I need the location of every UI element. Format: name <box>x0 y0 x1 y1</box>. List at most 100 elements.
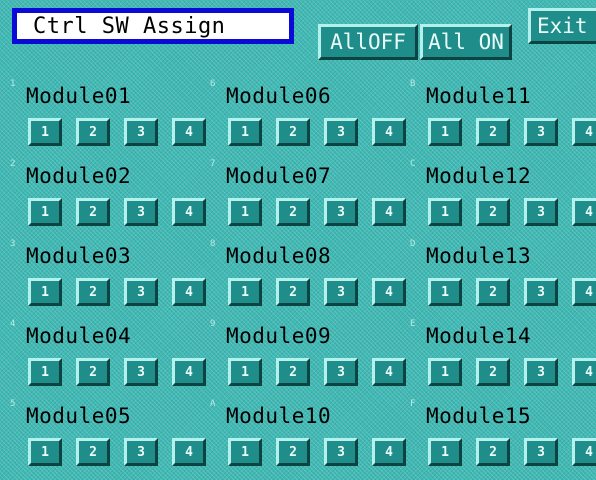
switch-4-button[interactable]: 4 <box>572 358 596 386</box>
switch-row: 1234 <box>228 278 406 306</box>
switch-1-button[interactable]: 1 <box>428 118 462 146</box>
module-4: 4 Module04 1 2 3 4 <box>0 319 206 400</box>
switch-3-button[interactable]: 3 <box>124 198 158 226</box>
switch-1-button[interactable]: 1 <box>228 438 262 466</box>
switch-2-button[interactable]: 2 <box>476 438 510 466</box>
all-on-button[interactable]: All ON <box>420 24 512 60</box>
module-index: 4 <box>10 319 16 329</box>
switch-3-button[interactable]: 3 <box>324 278 358 306</box>
switch-2-button[interactable]: 2 <box>276 118 310 146</box>
switch-1-button[interactable]: 1 <box>228 118 262 146</box>
module-label: Module03 <box>26 244 132 268</box>
switch-row: 1234 <box>228 438 406 466</box>
module-label: Module01 <box>26 84 132 108</box>
switch-1-button[interactable]: 1 <box>28 198 62 226</box>
module-label: Module07 <box>226 164 332 188</box>
switch-row: 1234 <box>428 278 596 306</box>
module-index: E <box>410 319 416 329</box>
module-8: 8 Module08 1 2 3 4 <box>200 239 406 320</box>
module-label: Module14 <box>426 324 532 348</box>
switch-3-button[interactable]: 3 <box>124 118 158 146</box>
switch-4-button[interactable]: 4 <box>572 198 596 226</box>
switch-2-button[interactable]: 2 <box>276 358 310 386</box>
switch-2-button[interactable]: 2 <box>76 438 110 466</box>
module-label: Module09 <box>226 324 332 348</box>
switch-1-button[interactable]: 1 <box>428 198 462 226</box>
switch-1-button[interactable]: 1 <box>228 198 262 226</box>
module-9: 9 Module09 1 2 3 4 <box>200 320 406 400</box>
module-11: B Module11 1 2 3 4 <box>400 80 596 160</box>
switch-2-button[interactable]: 2 <box>476 358 510 386</box>
switch-1-button[interactable]: 1 <box>28 358 62 386</box>
module-index: 8 <box>210 239 216 249</box>
switch-1-button[interactable]: 1 <box>228 278 262 306</box>
switch-row: 1234 <box>28 438 206 466</box>
switch-3-button[interactable]: 3 <box>324 358 358 386</box>
module-label: Module12 <box>426 164 532 188</box>
switch-1-button[interactable]: 1 <box>28 438 62 466</box>
switch-3-button[interactable]: 3 <box>124 278 158 306</box>
module-index: 1 <box>10 79 16 89</box>
module-2: 2 Module02 1 2 3 4 <box>0 159 206 240</box>
switch-2-button[interactable]: 2 <box>76 278 110 306</box>
module-10: A Module10 1 2 3 4 <box>200 400 406 480</box>
switch-2-button[interactable]: 2 <box>276 198 310 226</box>
switch-4-button[interactable]: 4 <box>572 278 596 306</box>
switch-row: 1234 <box>28 278 206 306</box>
module-15: F Module15 1 2 3 4 <box>400 400 596 480</box>
switch-3-button[interactable]: 3 <box>324 198 358 226</box>
screen-title: Ctrl SW Assign <box>12 8 294 44</box>
switch-2-button[interactable]: 2 <box>76 118 110 146</box>
module-label: Module15 <box>426 404 532 428</box>
switch-row: 1234 <box>228 118 406 146</box>
module-index: B <box>410 79 416 89</box>
switch-1-button[interactable]: 1 <box>428 438 462 466</box>
switch-1-button[interactable]: 1 <box>28 118 62 146</box>
switch-1-button[interactable]: 1 <box>228 358 262 386</box>
switch-2-button[interactable]: 2 <box>276 438 310 466</box>
module-index: 2 <box>10 159 16 169</box>
module-index: 3 <box>10 239 16 249</box>
module-label: Module05 <box>26 404 132 428</box>
module-grid: 1 Module01 1 2 3 4 2 Module02 1 2 3 4 3 Module03 1 2 3 4 4… <box>0 79 596 466</box>
switch-3-button[interactable]: 3 <box>124 438 158 466</box>
module-13: D Module13 1 2 3 4 <box>400 240 596 320</box>
module-label: Module02 <box>26 164 132 188</box>
module-6: 6 Module06 1 2 3 4 <box>200 79 406 160</box>
switch-2-button[interactable]: 2 <box>76 198 110 226</box>
switch-3-button[interactable]: 3 <box>324 118 358 146</box>
switch-3-button[interactable]: 3 <box>524 198 558 226</box>
switch-row: 1234 <box>428 358 596 386</box>
module-index: 6 <box>210 79 216 89</box>
switch-2-button[interactable]: 2 <box>476 278 510 306</box>
switch-row: 1234 <box>28 118 206 146</box>
switch-4-button[interactable]: 4 <box>572 118 596 146</box>
switch-3-button[interactable]: 3 <box>524 118 558 146</box>
switch-1-button[interactable]: 1 <box>428 358 462 386</box>
switch-1-button[interactable]: 1 <box>28 278 62 306</box>
switch-3-button[interactable]: 3 <box>524 278 558 306</box>
module-index: 5 <box>10 399 16 409</box>
module-label: Module11 <box>426 84 532 108</box>
exit-button[interactable]: Exit <box>528 8 596 44</box>
switch-2-button[interactable]: 2 <box>276 278 310 306</box>
switch-3-button[interactable]: 3 <box>524 438 558 466</box>
all-off-button[interactable]: AllOFF <box>318 24 418 60</box>
switch-row: 1234 <box>428 438 596 466</box>
switch-3-button[interactable]: 3 <box>324 438 358 466</box>
switch-row: 1234 <box>228 198 406 226</box>
switch-2-button[interactable]: 2 <box>476 198 510 226</box>
module-index: C <box>410 159 416 169</box>
switch-4-button[interactable]: 4 <box>572 438 596 466</box>
switch-3-button[interactable]: 3 <box>524 358 558 386</box>
switch-row: 1234 <box>28 198 206 226</box>
module-12: C Module12 1 2 3 4 <box>400 160 596 240</box>
module-index: F <box>410 399 416 409</box>
switch-2-button[interactable]: 2 <box>76 358 110 386</box>
switch-1-button[interactable]: 1 <box>428 278 462 306</box>
switch-3-button[interactable]: 3 <box>124 358 158 386</box>
switch-2-button[interactable]: 2 <box>476 118 510 146</box>
module-1: 1 Module01 1 2 3 4 <box>0 79 206 160</box>
module-5: 5 Module05 1 2 3 4 <box>0 399 206 480</box>
switch-row: 1234 <box>228 358 406 386</box>
